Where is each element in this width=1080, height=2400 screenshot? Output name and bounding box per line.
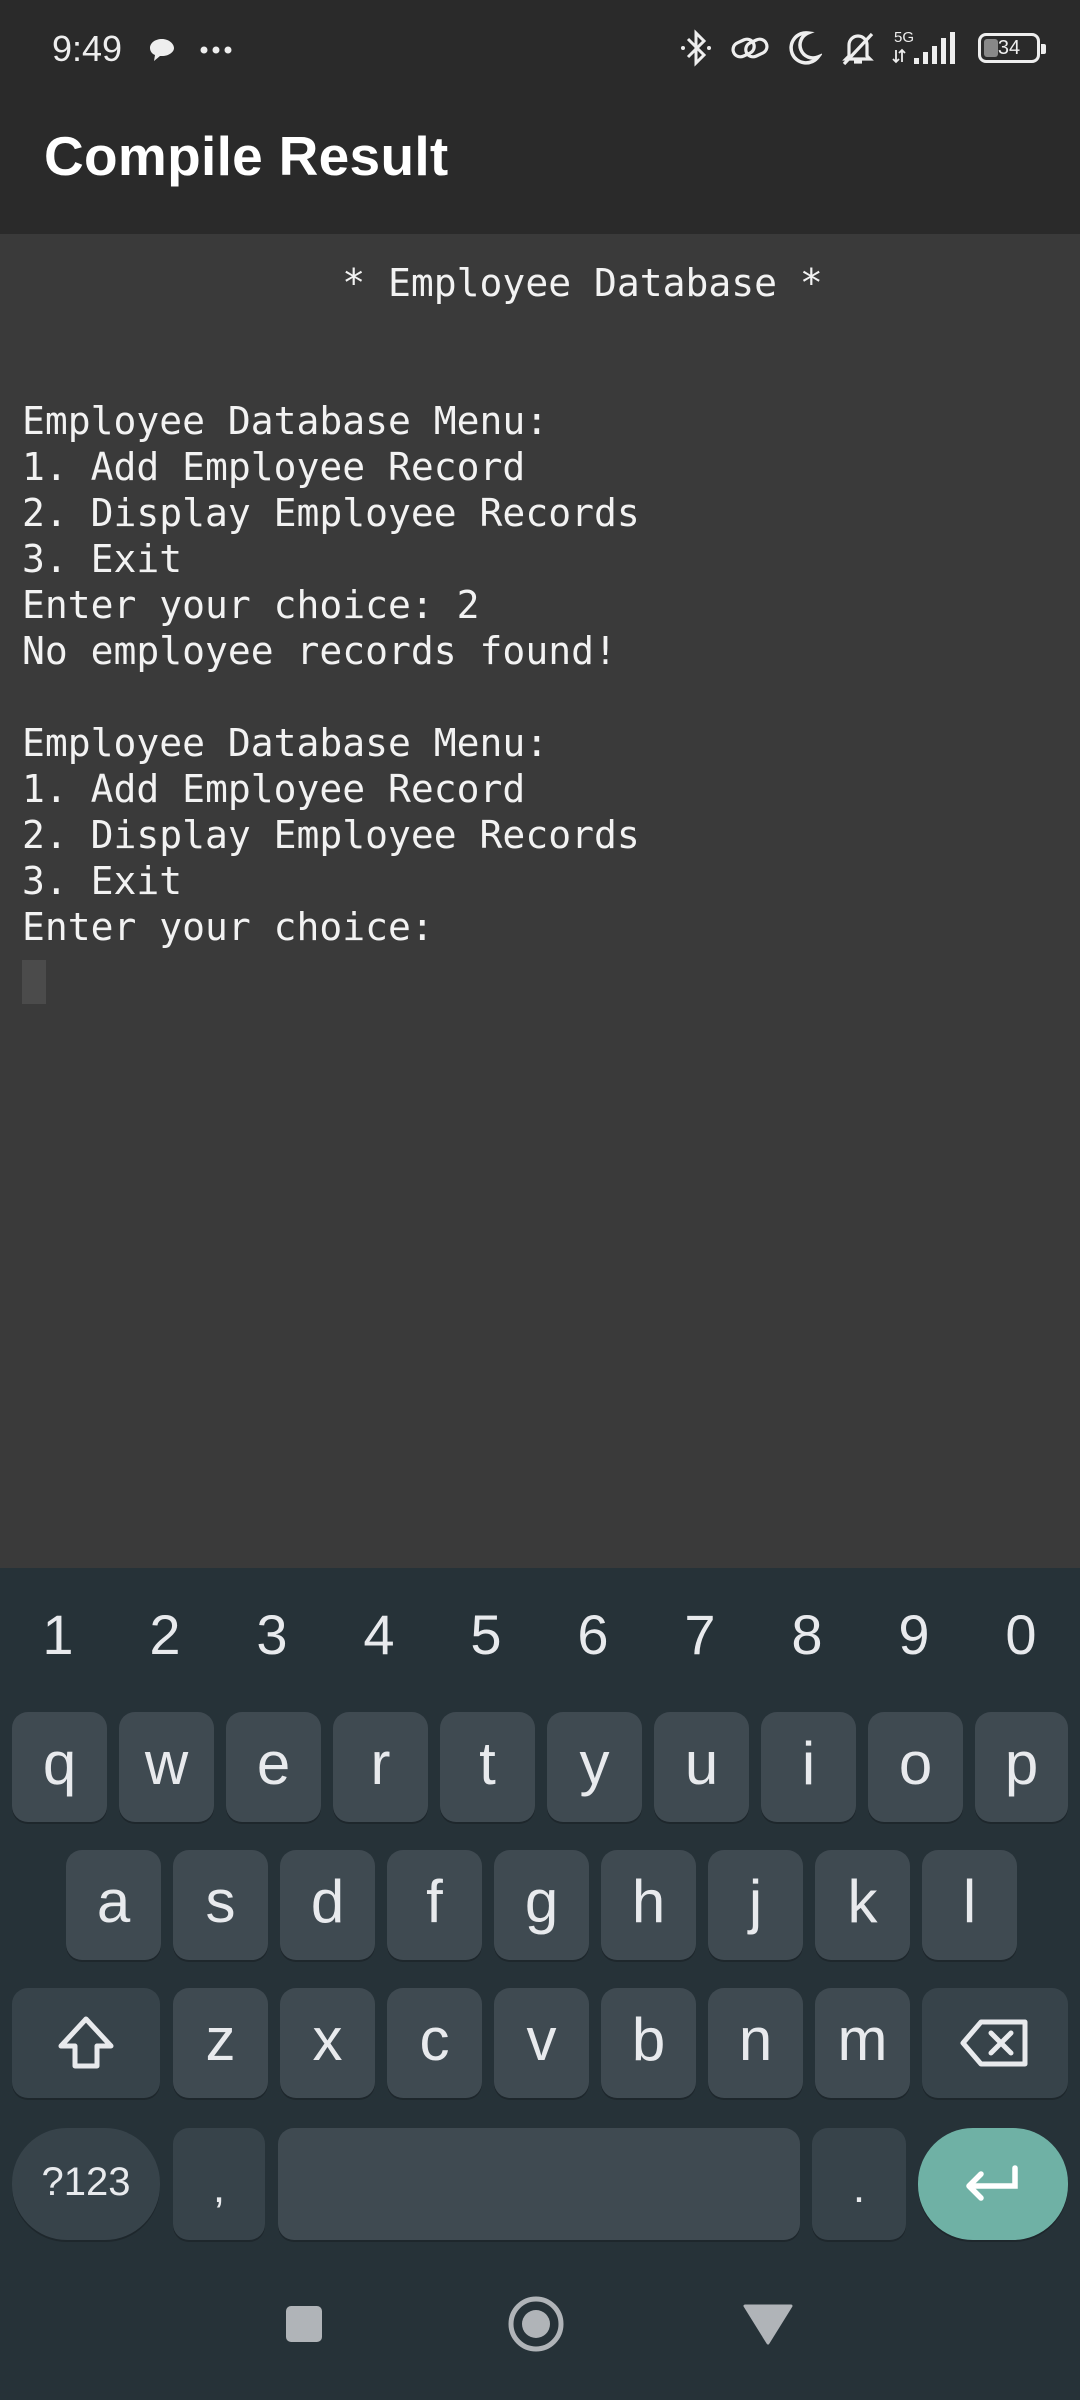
home-circle-icon[interactable] xyxy=(504,2292,568,2356)
key-t[interactable]: t xyxy=(440,1712,535,1822)
key-c[interactable]: c xyxy=(387,1988,482,2098)
signal-icon: 5G xyxy=(892,28,964,68)
key-j[interactable]: j xyxy=(708,1850,803,1960)
key-5[interactable]: 5 xyxy=(436,1590,536,1680)
key-h[interactable]: h xyxy=(601,1850,696,1960)
space-bar[interactable] xyxy=(278,2128,800,2240)
enter-key[interactable] xyxy=(918,2128,1068,2240)
key-i[interactable]: i xyxy=(761,1712,856,1822)
key-p[interactable]: p xyxy=(975,1712,1068,1822)
key-l[interactable]: l xyxy=(922,1850,1017,1960)
status-bar: 9:49 5G 34 xyxy=(0,0,1080,100)
navigation-bar xyxy=(0,2248,1080,2400)
bluetooth-icon xyxy=(676,28,716,68)
text-cursor xyxy=(22,960,46,1004)
console-output-area[interactable]: * Employee Database * Employee Database … xyxy=(0,234,1080,1568)
shift-key[interactable] xyxy=(12,1988,160,2098)
period-key[interactable]: . xyxy=(812,2128,906,2240)
shift-arrow-icon xyxy=(58,2016,114,2069)
key-v[interactable]: v xyxy=(494,1988,589,2098)
key-9[interactable]: 9 xyxy=(864,1590,964,1680)
enter-return-icon xyxy=(966,2165,1018,2201)
key-k[interactable]: k xyxy=(815,1850,910,1960)
key-7[interactable]: 7 xyxy=(650,1590,750,1680)
more-dots-icon xyxy=(196,30,236,70)
key-b[interactable]: b xyxy=(601,1988,696,2098)
key-8[interactable]: 8 xyxy=(757,1590,857,1680)
key-n[interactable]: n xyxy=(708,1988,803,2098)
key-3[interactable]: 3 xyxy=(222,1590,322,1680)
backspace-key[interactable] xyxy=(922,1988,1068,2098)
key-6[interactable]: 6 xyxy=(543,1590,643,1680)
comma-key[interactable]: , xyxy=(173,2128,265,2240)
key-d[interactable]: d xyxy=(280,1850,375,1960)
key-1[interactable]: 1 xyxy=(8,1590,108,1680)
key-f[interactable]: f xyxy=(387,1850,482,1960)
battery-level: 34 xyxy=(997,36,1021,59)
key-s[interactable]: s xyxy=(173,1850,268,1960)
key-w[interactable]: w xyxy=(119,1712,214,1822)
link-icon xyxy=(730,28,770,68)
chat-bubble-icon xyxy=(142,30,182,70)
key-x[interactable]: x xyxy=(280,1988,375,2098)
page-title: Compile Result xyxy=(44,125,449,187)
app-bar: Compile Result xyxy=(0,100,1080,234)
key-y[interactable]: y xyxy=(547,1712,642,1822)
symbols-key[interactable]: ?123 xyxy=(12,2128,160,2240)
bell-off-icon xyxy=(838,28,878,68)
key-2[interactable]: 2 xyxy=(115,1590,215,1680)
key-0[interactable]: 0 xyxy=(971,1590,1071,1680)
key-4[interactable]: 4 xyxy=(329,1590,429,1680)
network-type-label: 5G xyxy=(894,29,914,46)
key-z[interactable]: z xyxy=(173,1988,268,2098)
back-triangle-icon[interactable] xyxy=(736,2292,800,2356)
battery-icon: 34 xyxy=(978,33,1046,63)
console-output-text: * Employee Database * Employee Database … xyxy=(22,261,823,949)
key-m[interactable]: m xyxy=(815,1988,910,2098)
backspace-icon xyxy=(960,2019,1028,2067)
key-e[interactable]: e xyxy=(226,1712,321,1822)
number-row: 1 2 3 4 5 6 7 8 9 0 xyxy=(0,1590,1080,1680)
recents-square-icon[interactable] xyxy=(272,2292,336,2356)
status-time: 9:49 xyxy=(52,28,123,69)
key-a[interactable]: a xyxy=(66,1850,161,1960)
moon-icon xyxy=(784,28,824,68)
key-q[interactable]: q xyxy=(12,1712,107,1822)
key-u[interactable]: u xyxy=(654,1712,749,1822)
key-r[interactable]: r xyxy=(333,1712,428,1822)
key-g[interactable]: g xyxy=(494,1850,589,1960)
key-o[interactable]: o xyxy=(868,1712,963,1822)
